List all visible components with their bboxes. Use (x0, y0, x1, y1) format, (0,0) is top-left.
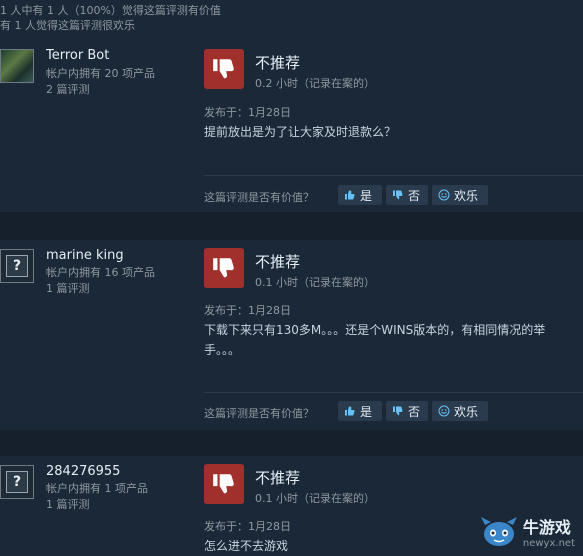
review-text-line: 手。。。 (204, 343, 241, 357)
posted-date: 发布于：1月28日 (204, 106, 291, 119)
review-text: 下载下来只有130多M。。。还是个WINS版本的，有相同情况的举 手。。。 (204, 320, 583, 360)
watermark-url: newyx.net (522, 538, 575, 549)
vote-funny-button[interactable]: 欢乐 (432, 401, 488, 421)
review-card-2: ? marine king 帐户内拥有 16 项产品 1 篇评测 不推荐 0.1… (0, 240, 583, 430)
posted-date: 发布于：1月28日 (204, 520, 291, 533)
vote-yes-button[interactable]: 是 (338, 185, 382, 205)
author-name[interactable]: 284276955 (46, 464, 120, 479)
verdict-label[interactable]: 不推荐 (255, 467, 300, 488)
question-mark-icon: ? (6, 255, 28, 277)
author-products: 帐户内拥有 1 项产品 (46, 482, 148, 495)
avatar[interactable] (0, 49, 34, 83)
review-separator (0, 430, 583, 456)
avatar[interactable]: ? (0, 465, 34, 499)
thumbs-down-icon (204, 464, 244, 504)
vote-yes-button[interactable]: 是 (338, 401, 382, 421)
author-name[interactable]: marine king (46, 248, 124, 263)
review-text: 提前放出是为了让大家及时退款么？ (204, 122, 583, 142)
author-review-count[interactable]: 2 篇评测 (46, 82, 90, 98)
thumbs-down-icon (204, 49, 244, 89)
author-review-count[interactable]: 1 篇评测 (46, 281, 90, 297)
avatar[interactable]: ? (0, 249, 34, 283)
watermark-name: 牛游戏 (522, 518, 571, 537)
thumbs-up-icon (345, 190, 355, 200)
vote-funny-button[interactable]: 欢乐 (432, 185, 488, 205)
author-name[interactable]: Terror Bot (46, 48, 109, 63)
thumbs-down-icon (393, 406, 403, 416)
review-card-1: Terror Bot 帐户内拥有 20 项产品 2 篇评测 不推荐 0.2 小时… (0, 40, 583, 212)
helpful-question: 这篇评测是否有价值？ (204, 407, 314, 420)
smile-icon (438, 189, 450, 201)
smile-icon (438, 405, 450, 417)
mascot-logo-icon (480, 516, 517, 546)
posted-date: 发布于：1月28日 (204, 304, 291, 317)
review-text-line: 下载下来只有130多M。。。还是个WINS版本的，有相同情况的举 (204, 323, 546, 337)
verdict-label[interactable]: 不推荐 (255, 52, 300, 73)
author-products: 帐户内拥有 20 项产品 (46, 67, 155, 80)
thumbs-down-icon (393, 190, 403, 200)
hours-played: 0.1 小时（记录在案的） (255, 492, 375, 505)
author-products: 帐户内拥有 16 项产品 (46, 266, 155, 279)
divider (204, 392, 583, 393)
thumbs-up-icon (345, 406, 355, 416)
question-mark-icon: ? (6, 471, 28, 493)
vote-no-button[interactable]: 否 (386, 185, 428, 205)
thumbs-down-icon (204, 248, 244, 288)
helpful-summary: 1 人中有 1 人（100%）觉得这篇评测有价值 (0, 4, 221, 17)
helpful-question: 这篇评测是否有价值？ (204, 191, 314, 204)
author-review-count[interactable]: 1 篇评测 (46, 497, 90, 513)
funny-summary: 有 1 人觉得这篇评测很欢乐 (0, 19, 135, 32)
review-separator (0, 212, 583, 240)
hours-played: 0.2 小时（记录在案的） (255, 77, 375, 90)
verdict-label[interactable]: 不推荐 (255, 251, 300, 272)
hours-played: 0.1 小时（记录在案的） (255, 276, 375, 289)
divider (204, 175, 583, 176)
vote-no-button[interactable]: 否 (386, 401, 428, 421)
review-text-line: 提前放出是为了让大家及时退款么？ (204, 125, 397, 139)
watermark: 牛游戏 newyx.net (479, 514, 575, 549)
